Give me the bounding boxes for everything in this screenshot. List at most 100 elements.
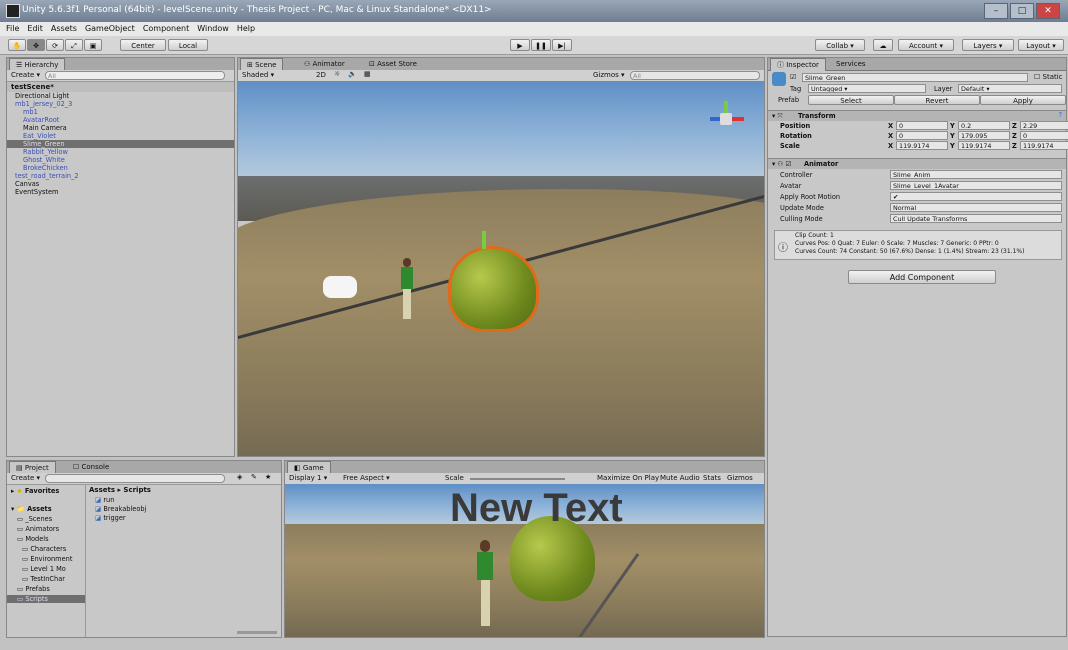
menu-component[interactable]: Component [143, 22, 189, 36]
gizmos-dropdown[interactable]: Gizmos ▾ [593, 71, 625, 79]
hierarchy-item[interactable]: Rabbit_Yellow [7, 148, 234, 156]
animator-row-value[interactable]: Slime_Level_1Avatar [890, 181, 1062, 190]
hierarchy-search-input[interactable]: All [45, 71, 225, 80]
menu-help[interactable]: Help [237, 22, 255, 36]
filter-type-icon[interactable]: ◈ [237, 473, 242, 481]
tab-console[interactable]: ☐ Console [67, 461, 115, 473]
hierarchy-item[interactable]: BrokeChicken [7, 164, 234, 172]
animator-row-value[interactable]: Normal [890, 203, 1062, 212]
scene-viewport[interactable] [238, 81, 764, 456]
layout-dropdown[interactable]: Layout ▾ [1018, 39, 1064, 51]
hierarchy-item[interactable]: Slime_Green [7, 140, 234, 148]
shading-dropdown[interactable]: Shaded ▾ [242, 71, 274, 79]
scene-slime-selected[interactable] [448, 246, 539, 332]
scene-orientation-gizmo[interactable] [708, 101, 748, 141]
maximize-icon[interactable]: □ [1010, 3, 1034, 19]
scale-tool-icon[interactable]: ⤢ [65, 39, 83, 51]
scale-slider[interactable] [470, 478, 565, 480]
mute-audio-toggle[interactable]: Mute Audio [660, 474, 700, 482]
hierarchy-item[interactable]: Ghost_White [7, 156, 234, 164]
cloud-icon[interactable]: ☁ [873, 39, 893, 51]
menu-window[interactable]: Window [197, 22, 229, 36]
scene-character[interactable] [401, 258, 413, 328]
maximize-on-play-toggle[interactable]: Maximize On Play [597, 474, 659, 482]
play-button[interactable]: ▶ [510, 39, 530, 51]
prefab-apply-button[interactable]: Apply [980, 95, 1066, 105]
rotate-tool-icon[interactable]: ⟳ [46, 39, 64, 51]
pivot-center-button[interactable]: Center [120, 39, 166, 51]
project-folder[interactable]: ▭ Animators [7, 525, 85, 533]
project-file-item[interactable]: ◪ Breakableobj [89, 505, 269, 513]
hand-tool-icon[interactable]: ✋ [8, 39, 26, 51]
transform-header[interactable]: ▾ ⤧ Transform ? [768, 110, 1066, 121]
project-folder[interactable]: ▭ Level 1 Mo [7, 565, 85, 573]
project-folder[interactable]: ▭ Prefabs [7, 585, 85, 593]
favorite-star-icon[interactable]: ★ [265, 473, 271, 481]
tag-dropdown[interactable]: Untagged ▾ [808, 84, 926, 93]
hierarchy-item[interactable]: mb1_jersey_02_3 [7, 100, 234, 108]
aspect-dropdown[interactable]: Free Aspect ▾ [343, 474, 390, 482]
project-folder[interactable]: ▭ Models [7, 535, 85, 543]
transform-x-field[interactable]: 0 [896, 121, 948, 130]
favorites-node[interactable]: ▸ ★ Favorites [7, 487, 85, 495]
audio-toggle-icon[interactable]: 🔈 [348, 70, 357, 78]
menu-assets[interactable]: Assets [51, 22, 77, 36]
transform-x-field[interactable]: 119.9174 [896, 141, 948, 150]
close-icon[interactable]: ✕ [1036, 3, 1060, 19]
prefab-revert-button[interactable]: Revert [894, 95, 980, 105]
animator-row-value[interactable]: Cull Update Transforms [890, 214, 1062, 223]
animator-row-value[interactable]: Slime_Anim [890, 170, 1062, 179]
transform-z-field[interactable]: 2.29 [1020, 121, 1068, 130]
project-file-item[interactable]: ◪ trigger [89, 514, 269, 522]
hierarchy-item[interactable]: Canvas [7, 180, 234, 188]
menu-gameobject[interactable]: GameObject [85, 22, 135, 36]
icon-size-slider[interactable] [237, 631, 277, 634]
project-search-input[interactable] [45, 474, 225, 483]
move-tool-icon[interactable]: ✥ [27, 39, 45, 51]
project-folder[interactable]: ▭ Scripts [7, 595, 85, 603]
project-folder[interactable]: ▭ Characters [7, 545, 85, 553]
hierarchy-item[interactable]: Eat_Violet [7, 132, 234, 140]
menu-edit[interactable]: Edit [27, 22, 43, 36]
project-folder[interactable]: ▭ TestInChar [7, 575, 85, 583]
transform-y-field[interactable]: 119.9174 [958, 141, 1010, 150]
lighting-toggle-icon[interactable]: ☼ [334, 70, 340, 78]
animator-row-value[interactable]: ✔ [890, 192, 1062, 201]
tab-services[interactable]: Services [830, 58, 872, 70]
prefab-select-button[interactable]: Select [808, 95, 894, 105]
transform-z-field[interactable]: 119.9174 [1020, 141, 1068, 150]
rect-tool-icon[interactable]: ▣ [84, 39, 102, 51]
collab-button[interactable]: Collab ▾ [815, 39, 865, 51]
game-viewport[interactable]: New Text [285, 484, 764, 637]
hierarchy-item[interactable]: EventSystem [7, 188, 234, 196]
project-file-item[interactable]: ◪ run [89, 496, 269, 504]
layers-dropdown[interactable]: Layers ▾ [962, 39, 1014, 51]
step-button[interactable]: ▶| [552, 39, 572, 51]
animator-header[interactable]: ▾ ⚇ ☑ Animator [768, 158, 1066, 169]
menu-file[interactable]: File [6, 22, 19, 36]
2d-toggle[interactable]: 2D [316, 71, 326, 79]
game-gizmos-dropdown[interactable]: Gizmos [727, 474, 753, 482]
project-folder[interactable]: ▭ Environment [7, 555, 85, 563]
account-button[interactable]: Account ▾ [898, 39, 954, 51]
display-dropdown[interactable]: Display 1 ▾ [289, 474, 327, 482]
pause-button[interactable]: ❚❚ [531, 39, 551, 51]
scene-root-row[interactable]: testScene* [7, 82, 234, 92]
static-checkbox[interactable]: ☐ Static [1034, 73, 1063, 81]
hierarchy-item[interactable]: test_road_terrain_2 [7, 172, 234, 180]
stats-toggle[interactable]: Stats [703, 474, 721, 482]
project-create-button[interactable]: Create ▾ [11, 474, 40, 482]
hierarchy-item[interactable]: Directional Light [7, 92, 234, 100]
scene-search-input[interactable]: All [630, 71, 760, 80]
pivot-local-button[interactable]: Local [168, 39, 208, 51]
layer-dropdown[interactable]: Default ▾ [958, 84, 1062, 93]
transform-foldout-icon[interactable]: ▾ ⤧ [772, 112, 783, 121]
active-checkbox[interactable]: ☑ [790, 73, 796, 81]
hierarchy-create-button[interactable]: Create ▾ [11, 71, 40, 79]
minimize-icon[interactable]: – [984, 3, 1008, 19]
hierarchy-item[interactable]: AvatarRoot [7, 116, 234, 124]
project-folder[interactable]: ▭ _Scenes [7, 515, 85, 523]
hierarchy-item[interactable]: mb1 [7, 108, 234, 116]
transform-y-field[interactable]: 179.095 [958, 131, 1010, 140]
move-gizmo-y-axis[interactable] [482, 231, 486, 249]
